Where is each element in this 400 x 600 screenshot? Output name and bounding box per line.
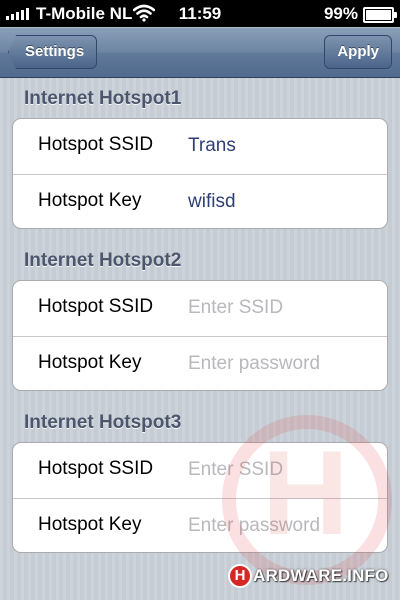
- section-header-hotspot1: Internet Hotspot1: [24, 88, 182, 109]
- hotspot2-group: Hotspot SSID Hotspot Key: [12, 280, 388, 391]
- hotspot3-key-row[interactable]: Hotspot Key: [13, 498, 387, 552]
- battery-percentage: 99%: [323, 4, 358, 23]
- hotspot3-ssid-row[interactable]: Hotspot SSID: [13, 443, 387, 498]
- hotspot1-key-input[interactable]: [188, 188, 378, 216]
- hotspot1-ssid-input[interactable]: [188, 132, 378, 160]
- brand-logo-icon: H: [228, 564, 252, 588]
- hotspot1-ssid-row[interactable]: Hotspot SSID: [13, 119, 387, 174]
- apply-button[interactable]: Apply: [324, 35, 392, 69]
- brand-text: ARDWARE.INFO: [253, 566, 389, 585]
- hotspot3-ssid-input[interactable]: [188, 456, 378, 484]
- ssid-label: Hotspot SSID: [38, 134, 154, 155]
- key-label: Hotspot Key: [38, 352, 142, 373]
- hotspot3-key-input[interactable]: [188, 512, 378, 540]
- section-header-hotspot3: Internet Hotspot3: [24, 412, 182, 433]
- battery-level-fill: [366, 10, 391, 20]
- hotspot1-key-row[interactable]: Hotspot Key: [13, 174, 387, 228]
- hotspot1-group: Hotspot SSID Hotspot Key: [12, 118, 388, 229]
- hotspot2-ssid-input[interactable]: [188, 294, 378, 322]
- key-label: Hotspot Key: [38, 190, 142, 211]
- hotspot2-key-input[interactable]: [188, 350, 378, 378]
- ssid-label: Hotspot SSID: [38, 296, 154, 317]
- section-header-hotspot2: Internet Hotspot2: [24, 250, 182, 271]
- hotspot2-ssid-row[interactable]: Hotspot SSID: [13, 281, 387, 336]
- ssid-label: Hotspot SSID: [38, 458, 154, 479]
- battery-icon: [363, 7, 397, 23]
- hotspot3-group: Hotspot SSID Hotspot Key: [12, 442, 388, 553]
- navigation-bar: Settings Apply: [0, 27, 400, 78]
- hotspot2-key-row[interactable]: Hotspot Key: [13, 336, 387, 390]
- back-to-settings-button[interactable]: Settings: [8, 35, 98, 69]
- status-bar: T-Mobile NL 11:59 99%: [0, 0, 400, 27]
- watermark-brand: H ARDWARE.INFO: [228, 563, 389, 589]
- key-label: Hotspot Key: [38, 514, 142, 535]
